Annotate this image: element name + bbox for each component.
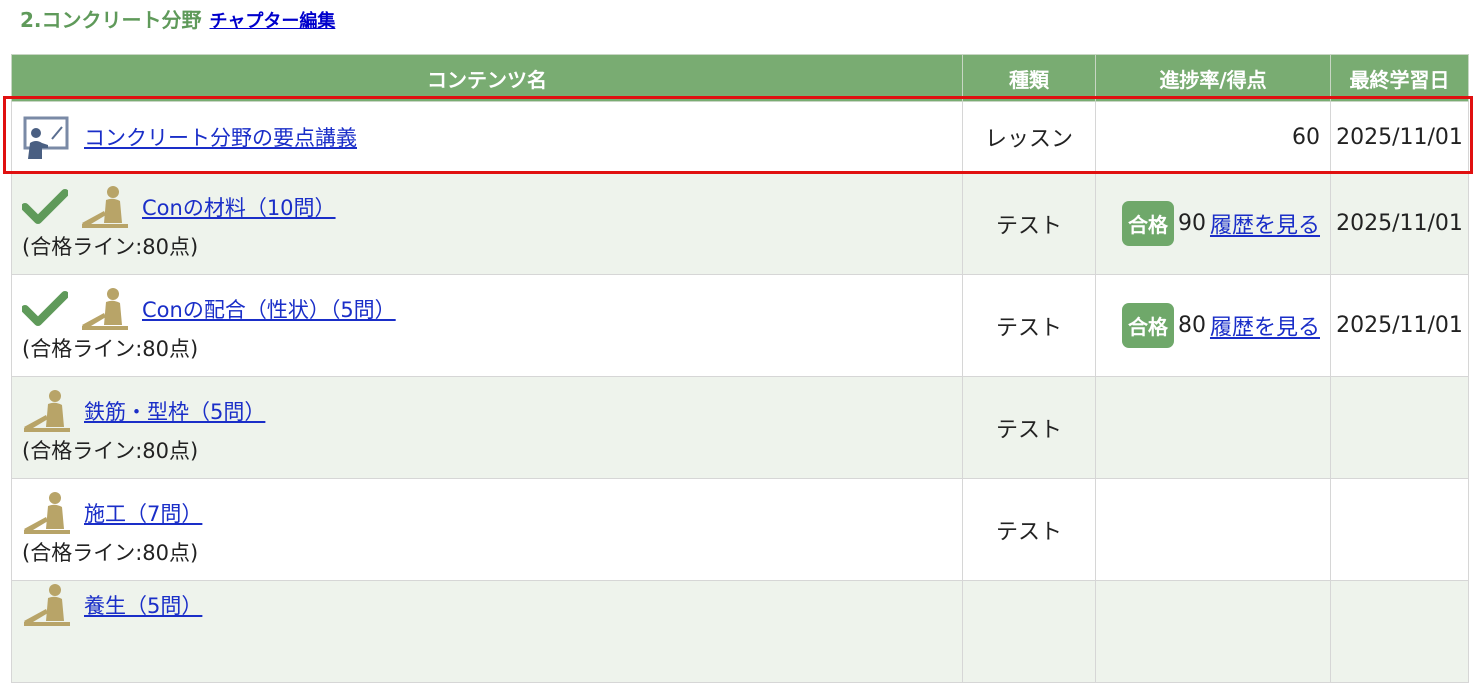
content-link[interactable]: 鉄筋・型枠（5問） bbox=[84, 396, 265, 426]
checkmark-icon bbox=[21, 289, 69, 329]
chapter-header: 2.コンクリート分野 チャプター編集 bbox=[20, 4, 335, 34]
type-cell: テスト bbox=[962, 376, 1096, 479]
progress-cell bbox=[1095, 478, 1331, 581]
pass-badge: 合格 bbox=[1121, 201, 1174, 246]
history-link[interactable]: 履歴を見る bbox=[1210, 316, 1320, 341]
content-name-cell: 鉄筋・型枠（5問） (合格ライン:80点) bbox=[11, 376, 963, 479]
pass-badge: 合格 bbox=[1121, 303, 1174, 348]
pass-line-text: (合格ライン:80点) bbox=[22, 234, 199, 259]
last-date-cell: 2025/11/01 bbox=[1330, 101, 1469, 173]
chapter-title: 2.コンクリート分野 bbox=[20, 8, 202, 32]
history-link[interactable]: 履歴を見る bbox=[1210, 214, 1320, 239]
table-header-row: コンテンツ名 種類 進捗率/得点 最終学習日 bbox=[11, 54, 1469, 102]
header-type: 種類 bbox=[962, 54, 1096, 102]
content-name-cell: 施工（7問） (合格ライン:80点) bbox=[11, 478, 963, 581]
content-link[interactable]: 施工（7問） bbox=[84, 498, 202, 528]
type-cell bbox=[962, 580, 1096, 683]
content-link[interactable]: コンクリート分野の要点講義 bbox=[84, 122, 357, 152]
person-studying-icon bbox=[22, 491, 72, 535]
table-row: 鉄筋・型枠（5問） (合格ライン:80点) テスト bbox=[11, 376, 1469, 479]
progress-cell bbox=[1095, 580, 1331, 683]
score-value: 90 bbox=[1177, 211, 1206, 236]
content-name-cell: コンクリート分野の要点講義 bbox=[11, 101, 963, 173]
chapter-edit-link[interactable]: チャプター編集 bbox=[210, 7, 336, 33]
contents-table: コンテンツ名 種類 進捗率/得点 最終学習日 コンクリート分野の要点講義 レッス… bbox=[11, 54, 1469, 683]
checkmark-icon bbox=[21, 187, 69, 227]
last-date-cell: 2025/11/01 bbox=[1330, 274, 1469, 377]
person-studying-icon bbox=[80, 287, 130, 331]
last-date-cell bbox=[1330, 376, 1469, 479]
type-cell: テスト bbox=[962, 274, 1096, 377]
content-name-cell: Conの配合（性状）（5問） (合格ライン:80点) bbox=[11, 274, 963, 377]
person-studying-icon bbox=[80, 185, 130, 229]
content-link[interactable]: 養生（5問） bbox=[84, 590, 202, 620]
pass-line-text: (合格ライン:80点) bbox=[22, 540, 199, 565]
person-studying-icon bbox=[22, 389, 72, 433]
content-link[interactable]: Conの材料（10問） bbox=[142, 192, 336, 222]
table-row: 養生（5問） bbox=[11, 580, 1469, 683]
table-row: コンクリート分野の要点講義 レッスン 60 2025/11/01 bbox=[11, 101, 1469, 173]
table-row: 施工（7問） (合格ライン:80点) テスト bbox=[11, 478, 1469, 581]
content-name-cell: Conの材料（10問） (合格ライン:80点) bbox=[11, 172, 963, 275]
lecture-board-icon bbox=[22, 115, 72, 159]
pass-line-text: (合格ライン:80点) bbox=[22, 438, 199, 463]
type-cell: テスト bbox=[962, 172, 1096, 275]
header-progress: 進捗率/得点 bbox=[1095, 54, 1331, 102]
progress-cell bbox=[1095, 376, 1331, 479]
type-cell: テスト bbox=[962, 478, 1096, 581]
pass-line-text: (合格ライン:80点) bbox=[22, 336, 199, 361]
content-link[interactable]: Conの配合（性状）（5問） bbox=[142, 294, 396, 324]
last-date-cell bbox=[1330, 478, 1469, 581]
header-last-date: 最終学習日 bbox=[1330, 54, 1469, 102]
progress-cell: 合格 80 履歴を見る bbox=[1095, 274, 1331, 377]
header-content-name: コンテンツ名 bbox=[11, 54, 963, 102]
progress-cell: 合格 90 履歴を見る bbox=[1095, 172, 1331, 275]
last-date-cell bbox=[1330, 580, 1469, 683]
person-studying-icon bbox=[22, 583, 72, 627]
table-row: Conの配合（性状）（5問） (合格ライン:80点) テスト 合格 80 履歴を見る… bbox=[11, 274, 1469, 377]
table-row: Conの材料（10問） (合格ライン:80点) テスト 合格 90 履歴を見る 20… bbox=[11, 172, 1469, 275]
content-name-cell: 養生（5問） bbox=[11, 580, 963, 683]
progress-cell: 60 bbox=[1095, 101, 1331, 173]
type-cell: レッスン bbox=[962, 101, 1096, 173]
last-date-cell: 2025/11/01 bbox=[1330, 172, 1469, 275]
score-value: 80 bbox=[1177, 313, 1206, 338]
